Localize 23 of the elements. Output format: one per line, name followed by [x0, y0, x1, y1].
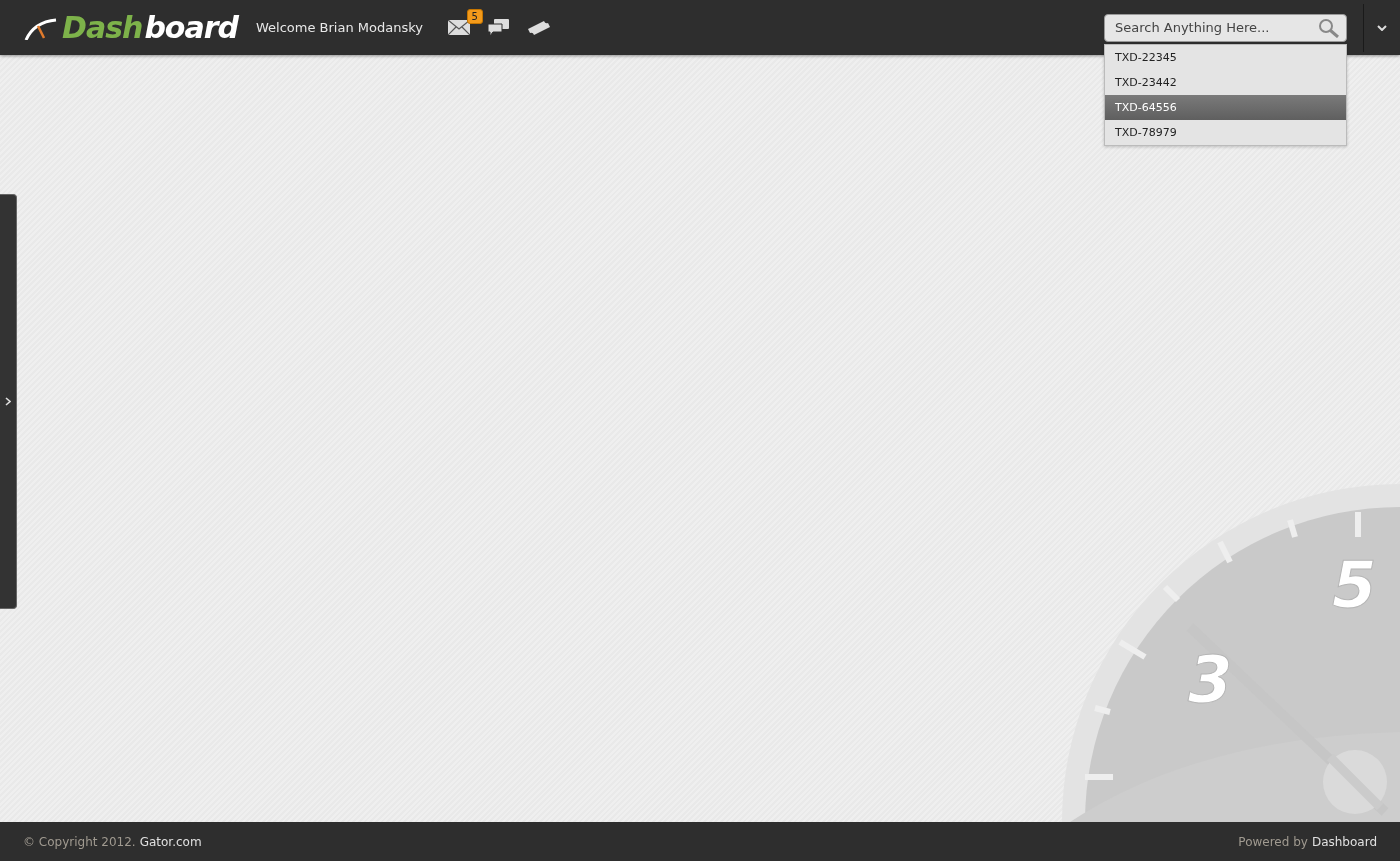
search-field[interactable]: Search Anything Here...: [1113, 19, 1318, 36]
search-icon: [1318, 17, 1340, 38]
mail-button[interactable]: [446, 17, 471, 38]
powered-by-text: Powered by: [1238, 834, 1308, 849]
search-box[interactable]: Search Anything Here...: [1104, 13, 1347, 42]
count-badge: 5: [466, 8, 483, 24]
logo-text: Dash: [62, 10, 143, 45]
chevron-right-icon: [5, 397, 11, 406]
ticket-icon: [527, 20, 550, 35]
chat-icon: [488, 19, 510, 36]
site-link[interactable]: Gator.com: [139, 834, 202, 849]
search-result[interactable]: TXD-23442: [1105, 69, 1346, 95]
logo-text: board: [144, 10, 238, 45]
sidebar-toggle[interactable]: [0, 194, 17, 609]
chat-button[interactable]: [486, 17, 511, 38]
search-result[interactable]: TXD-64556: [1105, 94, 1346, 120]
search-result[interactable]: TXD-22345: [1105, 44, 1346, 70]
copyright-text: © Copyright 2012.: [23, 834, 136, 849]
search-result[interactable]: TXD-78979: [1105, 119, 1346, 145]
brand-link[interactable]: Dashboard: [1311, 834, 1377, 849]
chevron-down-icon: [1377, 24, 1387, 31]
envelope-icon: [447, 20, 470, 35]
welcome-text: Welcome Brian Modansky: [256, 20, 423, 35]
